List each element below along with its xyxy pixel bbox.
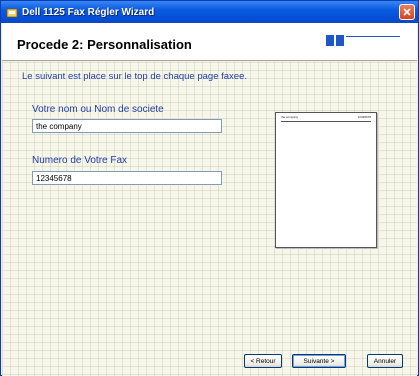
next-button[interactable]: Suivante >	[292, 354, 346, 368]
fax-number-label: Numero de Votre Fax	[32, 155, 128, 166]
progress-segment	[336, 35, 344, 46]
close-icon	[403, 8, 411, 16]
back-button[interactable]: < Retour	[244, 354, 282, 368]
preview-header-name: the company	[281, 115, 299, 119]
wizard-window: Dell 1125 Fax Régler Wizard Procede 2: P…	[0, 0, 419, 376]
name-field[interactable]: the company	[32, 119, 222, 133]
title-bar[interactable]: Dell 1125 Fax Régler Wizard	[1, 1, 418, 23]
progress-track	[346, 36, 400, 37]
fax-wizard-icon	[6, 6, 18, 18]
fax-page-preview: the company 12345678	[275, 112, 377, 248]
preview-header-fax: 12345678	[357, 115, 371, 119]
preview-header-line: the company 12345678	[281, 115, 371, 122]
step-title: Procede 2: Personnalisation	[17, 37, 192, 52]
instruction-text: Le suivant est place sur le top de chaqu…	[22, 71, 247, 82]
close-button[interactable]	[399, 4, 415, 20]
name-label: Votre nom ou Nom de societe	[32, 104, 164, 115]
fax-number-field[interactable]: 12345678	[32, 171, 222, 185]
wizard-header: Procede 2: Personnalisation	[2, 23, 417, 61]
step-progress-indicator	[326, 35, 400, 46]
window-title: Dell 1125 Fax Régler Wizard	[22, 6, 155, 18]
wizard-content: Le suivant est place sur le top de chaqu…	[2, 62, 417, 376]
progress-segment	[326, 35, 334, 46]
cancel-button[interactable]: Annuler	[367, 354, 403, 368]
